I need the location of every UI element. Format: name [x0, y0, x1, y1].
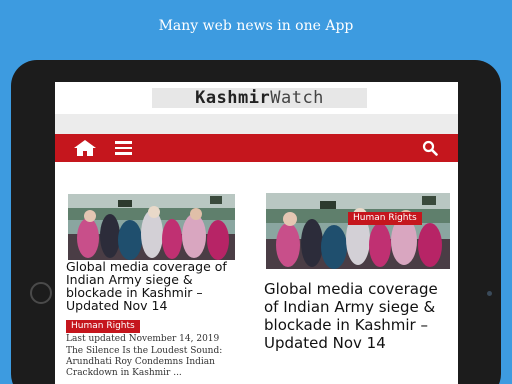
logo-main-text: Kashmir: [195, 88, 271, 108]
article-card[interactable]: Human Rights Global media coverage of In…: [259, 162, 458, 384]
article-headline[interactable]: Global media coverage of Indian Army sie…: [66, 260, 246, 312]
category-badge[interactable]: Human Rights: [66, 320, 140, 333]
tablet-home-button: [30, 282, 52, 304]
nav-bar: [55, 134, 458, 162]
header-divider: [55, 114, 458, 134]
search-icon[interactable]: [422, 140, 438, 156]
site-logo[interactable]: KashmirWatch: [152, 88, 367, 108]
promo-banner-text: Many web news in one App: [158, 18, 354, 34]
logo-accent-text: Watch: [270, 88, 324, 108]
header: KashmirWatch: [55, 82, 458, 114]
hamburger-menu-icon[interactable]: [115, 141, 132, 155]
home-icon[interactable]: [74, 140, 96, 156]
article-card[interactable]: Global media coverage of Indian Army sie…: [55, 162, 255, 384]
category-badge[interactable]: Human Rights: [348, 212, 422, 225]
tablet-camera: [487, 291, 492, 296]
article-updated-date: Last updated November 14, 2019: [66, 334, 220, 344]
article-excerpt: The Silence Is the Loudest Sound: Arundh…: [66, 346, 223, 378]
article-thumbnail[interactable]: [68, 194, 235, 260]
article-headline[interactable]: Global media coverage of Indian Army sie…: [264, 280, 452, 352]
app-screen: KashmirWatch Global media coverage of In…: [55, 82, 458, 384]
article-thumbnail[interactable]: [266, 193, 450, 269]
